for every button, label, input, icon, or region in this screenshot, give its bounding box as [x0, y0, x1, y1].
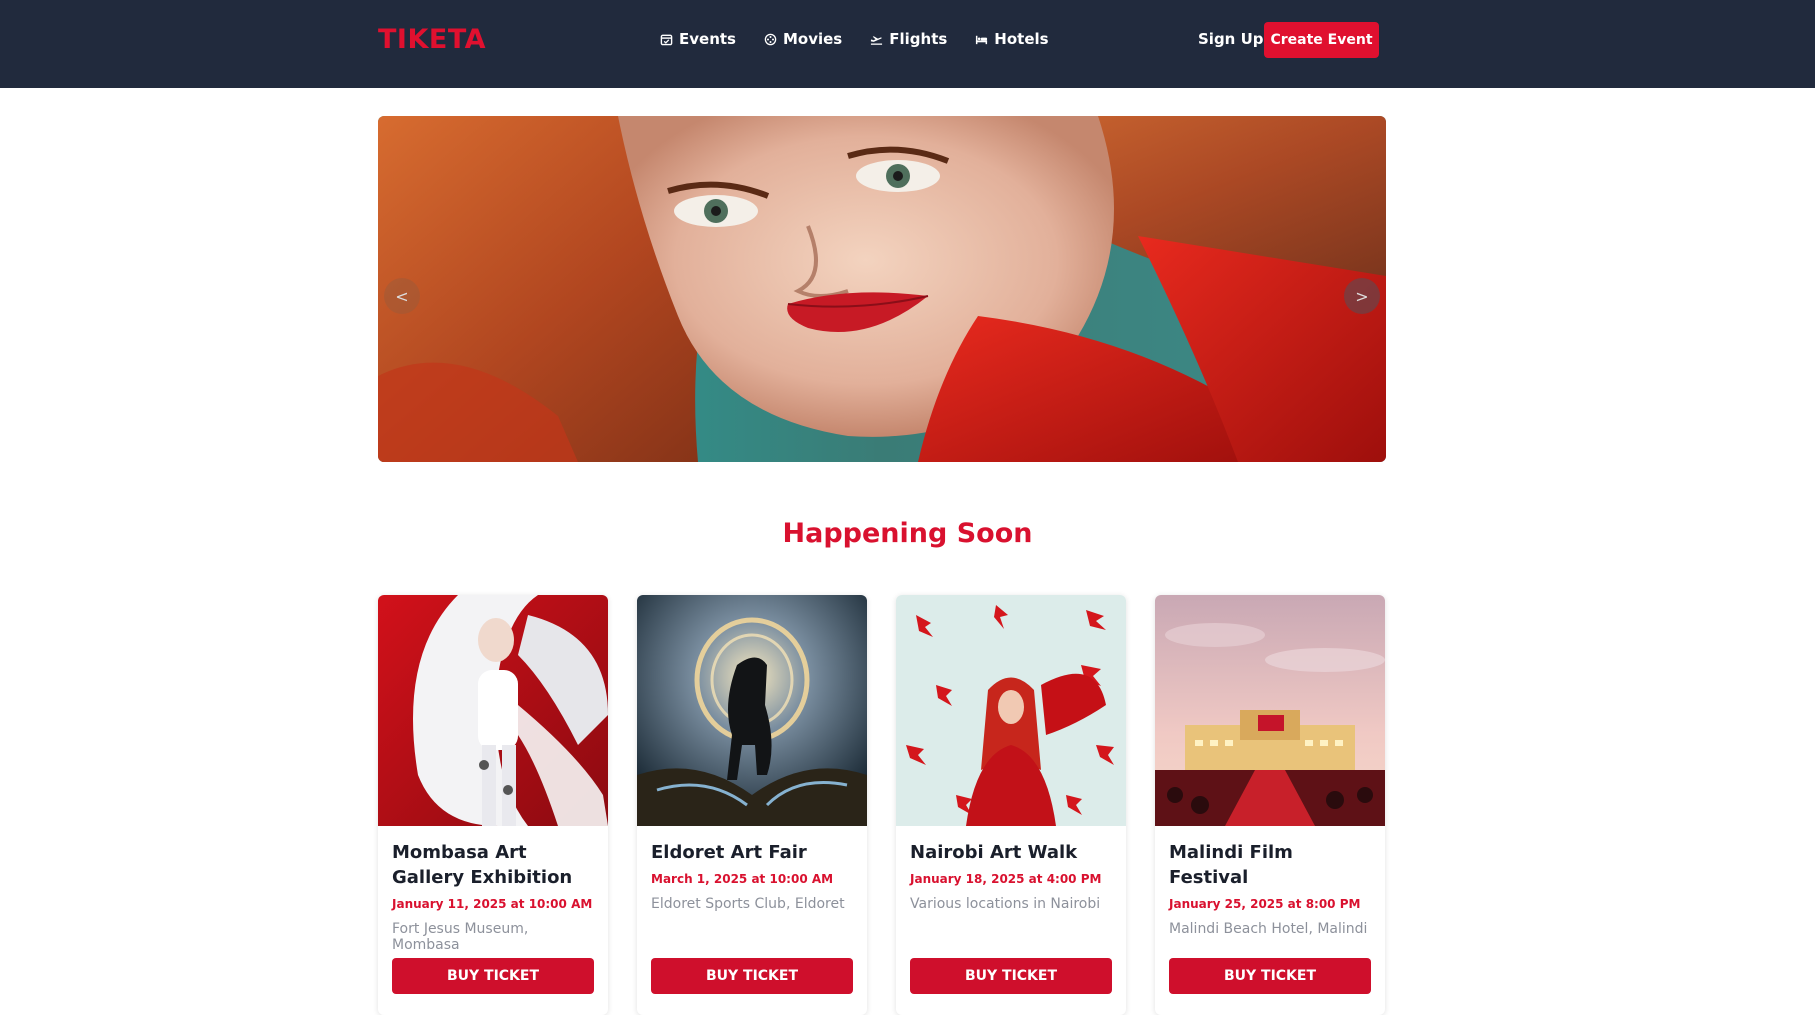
event-title[interactable]: Eldoret Art Fair	[651, 840, 853, 865]
event-image	[896, 595, 1126, 826]
site-logo[interactable]: TIKETA	[378, 24, 486, 55]
event-date: January 18, 2025 at 4:00 PM	[910, 872, 1102, 886]
nav-item-flights[interactable]: Flights	[870, 30, 947, 48]
event-title[interactable]: Nairobi Art Walk	[910, 840, 1112, 865]
bed-icon	[976, 35, 988, 44]
nav-item-hotels[interactable]: Hotels	[975, 30, 1049, 48]
event-date: March 1, 2025 at 10:00 AM	[651, 872, 834, 886]
event-title[interactable]: Mombasa Art Gallery Exhibition	[392, 840, 594, 890]
carousel-prev-button[interactable]: <	[384, 278, 420, 314]
plane-icon	[871, 35, 883, 45]
nav-item-events[interactable]: Events	[660, 30, 736, 48]
buy-ticket-button[interactable]: BUY TICKET	[392, 958, 594, 994]
carousel-next-button[interactable]: >	[1344, 278, 1380, 314]
event-venue: Various locations in Nairobi	[910, 896, 1101, 912]
buy-ticket-button[interactable]: BUY TICKET	[910, 958, 1112, 994]
event-date: January 11, 2025 at 10:00 AM	[392, 897, 593, 911]
create-event-button[interactable]: Create Event	[1264, 22, 1379, 58]
nav-item-movies[interactable]: Movies	[764, 30, 842, 48]
event-card[interactable]: Malindi Film Festival January 25, 2025 a…	[1155, 595, 1385, 1015]
event-image	[1155, 595, 1385, 826]
event-date: January 25, 2025 at 8:00 PM	[1169, 897, 1361, 911]
event-card[interactable]: Mombasa Art Gallery Exhibition January 1…	[378, 595, 608, 1015]
signup-link[interactable]: Sign Up	[1198, 30, 1264, 48]
event-venue: Eldoret Sports Club, Eldoret	[651, 896, 845, 912]
nav-item-label: Events	[679, 30, 736, 48]
nav-item-label: Flights	[889, 30, 948, 48]
event-image	[378, 595, 608, 826]
hero-image	[378, 116, 1386, 462]
section-title: Happening Soon	[782, 518, 1033, 549]
event-venue: Fort Jesus Museum, Mombasa	[392, 921, 529, 953]
main-nav: Events Movies Flights Hotels	[660, 30, 1049, 48]
event-image	[637, 595, 867, 826]
event-card[interactable]: Eldoret Art Fair March 1, 2025 at 10:00 …	[637, 595, 867, 1015]
event-card-list: Mombasa Art Gallery Exhibition January 1…	[378, 595, 1385, 1015]
nav-item-label: Hotels	[994, 30, 1049, 48]
buy-ticket-button[interactable]: BUY TICKET	[651, 958, 853, 994]
calendar-icon	[660, 34, 673, 45]
event-title[interactable]: Malindi Film Festival	[1169, 840, 1371, 890]
event-venue: Malindi Beach Hotel, Malindi	[1169, 921, 1368, 937]
nav-item-label: Movies	[782, 30, 843, 48]
buy-ticket-button[interactable]: BUY TICKET	[1169, 958, 1371, 994]
film-reel-icon	[764, 33, 777, 45]
hero-carousel: < >	[378, 116, 1386, 462]
top-navbar: TIKETA Events Movies Flights Hotels Sign…	[0, 0, 1815, 88]
event-card[interactable]: Nairobi Art Walk January 18, 2025 at 4:0…	[896, 595, 1126, 1015]
